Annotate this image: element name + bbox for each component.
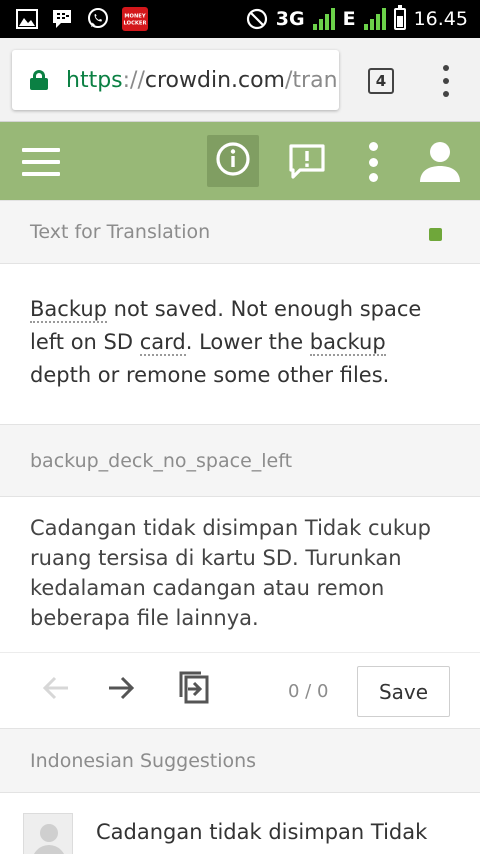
suggestion-item[interactable]: Cadangan tidak disimpan Tidak [0, 792, 480, 854]
money-locker-icon: MONEY LOCKER [122, 7, 148, 31]
bbm-icon [50, 8, 74, 30]
copy-source-button[interactable] [178, 671, 210, 709]
url-separator: :// [122, 67, 145, 93]
signal-strength-icon [312, 8, 335, 30]
glossary-term[interactable]: card [139, 330, 186, 356]
browser-menu-button[interactable] [438, 65, 454, 97]
network-type-secondary: E [342, 8, 356, 30]
status-bar: MONEY LOCKER 3G E 16.45 [0, 0, 480, 38]
string-identifier: backup_deck_no_space_left [30, 449, 293, 472]
browser-toolbar: https://crowdin.com/tran 4 [0, 38, 480, 122]
svg-text:MONEY: MONEY [124, 14, 145, 20]
editor-toolbar: 0 / 0 Save [0, 652, 480, 728]
suggestions-section-header: Indonesian Suggestions [0, 728, 480, 793]
source-text-fragment: . Lower the [185, 330, 310, 354]
info-button[interactable] [207, 135, 259, 187]
plural-counter: 0 / 0 [288, 681, 329, 702]
copy-source-icon [178, 671, 210, 709]
glossary-term[interactable]: Backup [30, 297, 107, 323]
arrow-left-icon [42, 676, 70, 704]
previous-string-button[interactable] [41, 673, 71, 707]
svg-text:LOCKER: LOCKER [124, 21, 147, 27]
battery-level [396, 16, 403, 27]
battery-icon [393, 5, 406, 30]
notification-icons: MONEY LOCKER [0, 7, 148, 31]
url-text[interactable]: https://crowdin.com/tran [66, 68, 338, 93]
menu-icon[interactable] [22, 148, 60, 176]
person-icon[interactable] [418, 140, 462, 184]
system-status: 3G E 16.45 [246, 5, 480, 30]
suggestion-text: Cadangan tidak disimpan Tidak [96, 820, 428, 844]
more-vert-icon[interactable] [364, 142, 382, 182]
tab-switcher-button[interactable]: 4 [368, 68, 394, 94]
source-header-title: Text for Translation [30, 221, 211, 243]
do-not-disturb-icon [246, 8, 268, 30]
signal-strength-secondary-icon [363, 8, 386, 30]
arrow-right-icon [107, 676, 135, 704]
source-section-header: Text for Translation [0, 200, 480, 264]
info-icon [215, 141, 251, 181]
comment-alert-icon[interactable] [288, 143, 326, 181]
next-string-button[interactable] [106, 673, 136, 707]
url-host: crowdin.com [144, 67, 285, 93]
address-bar[interactable]: https://crowdin.com/tran [12, 50, 339, 110]
whatsapp-icon [86, 7, 110, 31]
string-id-bar: backup_deck_no_space_left [0, 424, 480, 497]
network-type: 3G [275, 8, 305, 30]
url-scheme: https [66, 67, 123, 93]
translation-status-indicator [429, 228, 442, 241]
url-path: /tran [285, 67, 338, 93]
image-icon [16, 9, 38, 29]
glossary-term[interactable]: backup [309, 330, 386, 356]
clock: 16.45 [413, 8, 468, 30]
translation-input[interactable]: Cadangan tidak disimpan Tidak cukup ruan… [30, 513, 450, 633]
lock-icon [30, 70, 48, 90]
source-text-fragment: depth or remone some other files. [30, 363, 390, 387]
source-string: Backup not saved. Not enough space left … [30, 293, 450, 392]
app-toolbar [0, 122, 480, 200]
avatar [23, 813, 73, 854]
suggestions-header-title: Indonesian Suggestions [30, 749, 257, 772]
save-button[interactable]: Save [357, 666, 450, 717]
